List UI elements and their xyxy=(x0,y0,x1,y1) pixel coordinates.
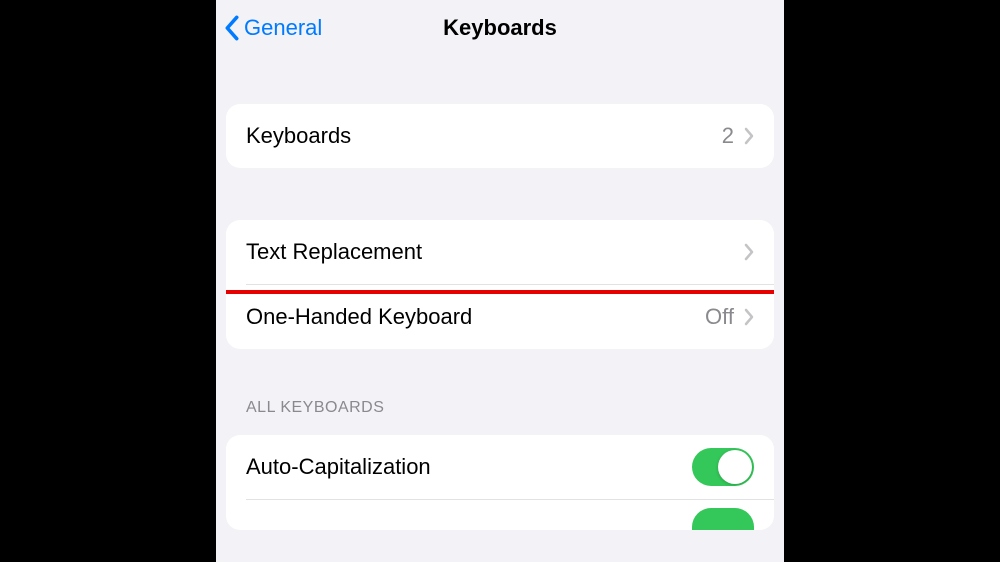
one-handed-keyboard-row[interactable]: One-Handed Keyboard Off xyxy=(226,285,774,349)
content-area: Keyboards 2 Text Replacement One-Handed … xyxy=(216,104,784,530)
settings-group-text: Text Replacement One-Handed Keyboard Off xyxy=(226,220,774,349)
settings-group-keyboards: Keyboards 2 xyxy=(226,104,774,168)
row-label: Text Replacement xyxy=(246,239,744,265)
chevron-right-icon xyxy=(744,127,754,145)
partial-toggle[interactable] xyxy=(692,508,754,530)
chevron-left-icon xyxy=(224,15,240,41)
chevron-right-icon xyxy=(744,243,754,261)
chevron-right-icon xyxy=(744,308,754,326)
row-value: 2 xyxy=(722,123,734,149)
back-label: General xyxy=(244,15,322,41)
row-label: Auto-Capitalization xyxy=(246,454,692,480)
settings-screen: General Keyboards Keyboards 2 Text Repla… xyxy=(216,0,784,562)
section-header-all-keyboards: ALL KEYBOARDS xyxy=(246,399,774,417)
back-button[interactable]: General xyxy=(224,15,322,41)
row-label: One-Handed Keyboard xyxy=(246,304,705,330)
settings-group-all-keyboards: Auto-Capitalization xyxy=(226,435,774,530)
row-label: Keyboards xyxy=(246,123,722,149)
row-value: Off xyxy=(705,304,734,330)
partial-row[interactable] xyxy=(226,500,774,530)
auto-capitalization-toggle[interactable] xyxy=(692,448,754,486)
text-replacement-row[interactable]: Text Replacement xyxy=(226,220,774,284)
keyboards-row[interactable]: Keyboards 2 xyxy=(226,104,774,168)
auto-capitalization-row[interactable]: Auto-Capitalization xyxy=(226,435,774,499)
toggle-knob xyxy=(718,450,752,484)
nav-bar: General Keyboards xyxy=(216,0,784,56)
